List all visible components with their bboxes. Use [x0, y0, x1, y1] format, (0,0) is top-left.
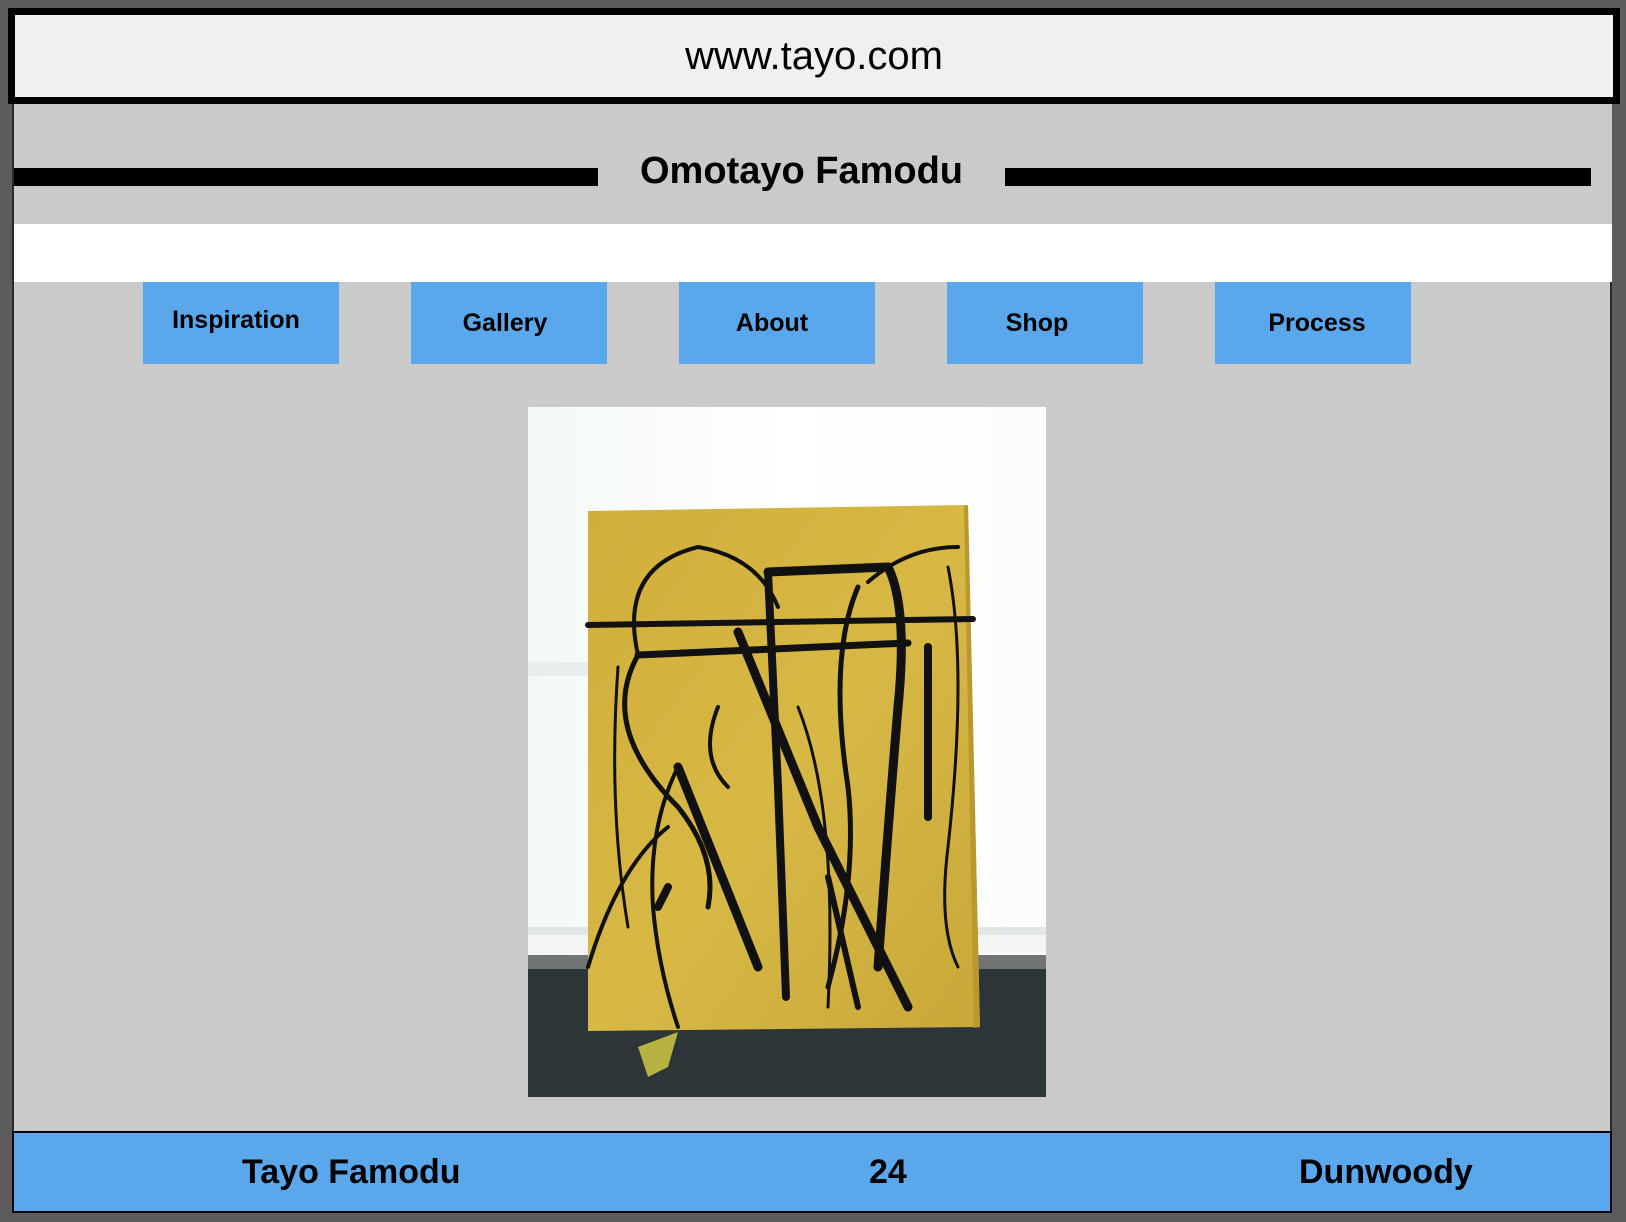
header-divider-band: [14, 224, 1612, 282]
nav-about-label: About: [735, 308, 809, 337]
footer-name: Tayo Famodu: [242, 1152, 461, 1191]
nav-inspiration-label: Inspiration: [172, 305, 300, 334]
nav-shop-label: Shop: [1005, 308, 1069, 337]
nav-shop-button[interactable]: Shop: [947, 282, 1143, 364]
address-bar[interactable]: www.tayo.com: [8, 8, 1620, 104]
nav-gallery-label: Gallery: [462, 308, 548, 337]
footer-number: 24: [869, 1152, 907, 1191]
site-title: Omotayo Famodu: [639, 149, 964, 192]
nav-about-button[interactable]: About: [679, 282, 875, 364]
nav-gallery-button[interactable]: Gallery: [411, 282, 607, 364]
nav-process-label: Process: [1268, 308, 1366, 337]
url-text: www.tayo.com: [685, 33, 943, 78]
painting-photo: [528, 407, 1046, 1097]
painting-photo-graphic: [528, 407, 1046, 1097]
footer-location: Dunwoody: [1299, 1152, 1473, 1191]
header-rule-right: [1005, 168, 1591, 186]
footer: Tayo Famodu 24 Dunwoody: [12, 1131, 1612, 1213]
header-rule-left: [14, 168, 598, 186]
nav-process-button[interactable]: Process: [1215, 282, 1411, 364]
nav-inspiration-button[interactable]: Inspiration: [143, 282, 339, 364]
